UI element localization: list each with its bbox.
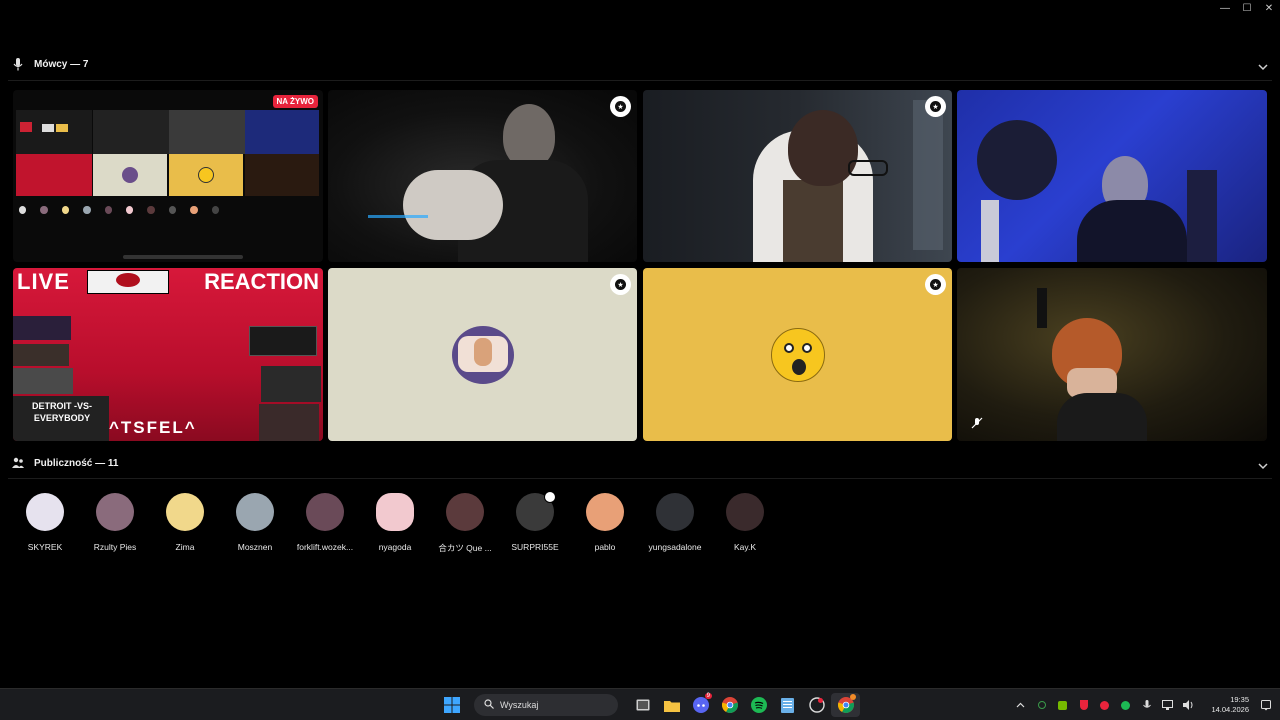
moderator-badge: ★ (610, 96, 631, 117)
moderator-badge: ★ (610, 274, 631, 295)
notepad-icon[interactable] (773, 693, 802, 717)
spotify-tray-icon[interactable] (1115, 700, 1136, 710)
search-placeholder: Wyszukaj (500, 700, 539, 710)
mini-window (16, 110, 92, 154)
speaker-avatar (771, 328, 825, 382)
game-app-icon[interactable] (802, 693, 831, 717)
minimize-button[interactable]: — (1214, 0, 1236, 16)
speaker-tile-8[interactable] (957, 268, 1267, 441)
notification-icon[interactable] (1255, 699, 1276, 711)
audience-member[interactable]: yungsadalone (640, 493, 710, 552)
speaker-tile-3[interactable]: ★ (643, 90, 952, 262)
detroit-sign: DETROIT -VS- EVERYBODY (13, 396, 109, 441)
chevron-down-icon[interactable] (1258, 457, 1268, 475)
moderator-badge: ★ (925, 274, 946, 295)
audience-member[interactable]: nyagoda (360, 493, 430, 552)
audience-member[interactable]: SURPRI55E (500, 491, 570, 552)
discord-icon[interactable]: 9 (686, 693, 715, 717)
taskbar-search[interactable]: Wyszukaj (474, 694, 618, 716)
audience-member[interactable]: Kay.K (710, 493, 780, 552)
speakers-title: Mówcy — 7 (34, 58, 89, 70)
speaker-tile-2[interactable]: ★ (328, 90, 637, 262)
audience-title: Publiczność — 11 (34, 457, 119, 469)
time-text: 19:35 (1230, 695, 1249, 704)
moderator-badge: ★ (925, 96, 946, 117)
live-badge: NA ŻYWO (272, 95, 318, 108)
audience-header[interactable]: Publiczność — 11 (0, 448, 1280, 478)
microphone-icon (12, 57, 24, 71)
avatar (726, 493, 764, 531)
speaker-avatar (452, 326, 514, 384)
avatar (236, 493, 274, 531)
audience-member[interactable]: Zima (150, 493, 220, 552)
taskbar: Wyszukaj 9 19:35 14.04.2026 (0, 688, 1280, 720)
avatar-tile-6[interactable]: ★ (328, 268, 637, 441)
window-controls: — ☐ ✕ (1214, 0, 1280, 16)
avatar (306, 493, 344, 531)
avatar (446, 493, 484, 531)
discord-notification-badge: 9 (704, 693, 712, 699)
people-icon (12, 456, 24, 470)
volume-icon[interactable] (1178, 700, 1199, 710)
screen-share-tile[interactable]: NA ŻYWO (13, 90, 323, 262)
divider (8, 80, 1272, 81)
audience-member[interactable]: Rzulty Pies (80, 493, 150, 552)
audience-member[interactable]: SKYREK (10, 493, 80, 552)
shield-icon[interactable] (1073, 700, 1094, 710)
audience-list: SKYREK Rzulty Pies Zima Mosznen forklift… (0, 491, 800, 554)
chrome-icon[interactable] (715, 693, 744, 717)
task-view-icon[interactable] (628, 693, 657, 717)
spotify-icon[interactable] (744, 693, 773, 717)
avatar (586, 493, 624, 531)
audience-member[interactable]: 合カツ Que ... (430, 493, 500, 554)
audience-member[interactable]: pablo (570, 493, 640, 552)
system-tray: 19:35 14.04.2026 (1010, 689, 1280, 720)
chrome-active-icon[interactable] (831, 693, 860, 717)
chevron-up-icon[interactable] (1010, 702, 1031, 708)
maximize-button[interactable]: ☐ (1236, 0, 1258, 16)
clock[interactable]: 19:35 14.04.2026 (1199, 695, 1249, 715)
close-button[interactable]: ✕ (1258, 0, 1280, 16)
nvidia-icon[interactable] (1052, 700, 1073, 710)
avatar (516, 491, 556, 531)
muted-icon (971, 416, 983, 429)
date-text: 14.04.2026 (1211, 705, 1249, 714)
moderator-badge (544, 491, 556, 503)
avatar (96, 493, 134, 531)
audience-member[interactable]: Mosznen (220, 493, 290, 552)
avatar (26, 493, 64, 531)
network-icon[interactable] (1157, 700, 1178, 710)
speaker-tile-4[interactable] (957, 90, 1267, 262)
taskbar-apps: Wyszukaj 9 (437, 693, 860, 717)
search-icon (484, 699, 494, 711)
windows-start-icon[interactable] (437, 693, 466, 717)
divider (8, 478, 1272, 479)
speakers-header[interactable]: Mówcy — 7 (0, 49, 1280, 79)
status-dot-icon[interactable] (1031, 701, 1052, 709)
stream-tile[interactable]: LIVE REACTION DETROIT -VS- EVERYBODY ^TS… (13, 268, 323, 441)
avatar (376, 493, 414, 531)
audience-member[interactable]: forklift.wozek... (290, 493, 360, 552)
reaction-overlay-text: REACTION (204, 269, 319, 294)
avatar-tile-7[interactable]: ★ (643, 268, 952, 441)
logo-image (87, 270, 169, 294)
avatar (166, 493, 204, 531)
live-overlay-text: LIVE (17, 269, 70, 294)
avatar (656, 493, 694, 531)
chevron-down-icon[interactable] (1258, 58, 1268, 76)
channel-overlay-text: ^TSFEL^ (109, 418, 197, 437)
file-explorer-icon[interactable] (657, 693, 686, 717)
microphone-tray-icon[interactable] (1136, 699, 1157, 711)
record-icon[interactable] (1094, 700, 1115, 710)
